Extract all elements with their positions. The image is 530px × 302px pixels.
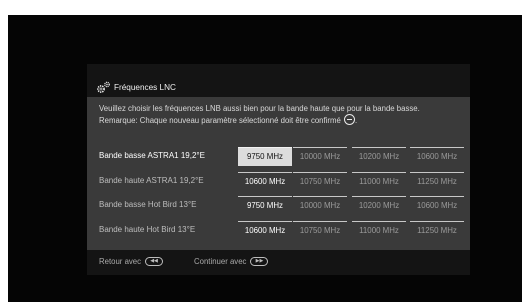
- continue-label: Continuer avec: [194, 257, 247, 266]
- lnb-frequencies-dialog: Fréquences LNC Veuillez choisir les fréq…: [87, 64, 470, 275]
- row-label: Bande basse Hot Bird 13°E: [99, 200, 197, 209]
- frequency-option[interactable]: 10200 MHz: [352, 196, 406, 215]
- row-label: Bande haute ASTRA1 19,2°E: [99, 176, 204, 185]
- frequency-option[interactable]: 10750 MHz: [293, 221, 347, 240]
- rewind-key-icon: ◀◀: [145, 257, 164, 266]
- continue-hint[interactable]: Continuer avec ▶▶: [194, 257, 269, 266]
- instruction-text: Veuillez choisir les fréquences LNB auss…: [99, 103, 469, 126]
- frequency-option[interactable]: 10000 MHz: [293, 196, 347, 215]
- frequency-option[interactable]: 11250 MHz: [410, 172, 464, 191]
- dialog-body: Veuillez choisir les fréquences LNB auss…: [87, 97, 470, 250]
- dialog-title-bar: Fréquences LNC: [87, 64, 470, 97]
- instruction-line-2-text: Remarque: Chaque nouveau paramètre sélec…: [99, 116, 341, 125]
- tv-screen: Fréquences LNC Veuillez choisir les fréq…: [8, 15, 522, 302]
- frequency-option[interactable]: 9750 MHz: [238, 147, 292, 166]
- frequency-row[interactable]: Bande basse Hot Bird 13°E 9750 MHz 10000 M…: [87, 196, 470, 215]
- frequency-option[interactable]: 10600 MHz: [238, 172, 292, 191]
- frequency-option[interactable]: 9750 MHz: [238, 196, 292, 215]
- frequency-option[interactable]: 10600 MHz: [410, 147, 464, 166]
- frequency-option[interactable]: 10750 MHz: [293, 172, 347, 191]
- frequency-row[interactable]: Bande haute ASTRA1 19,2°E 10600 MHz 10750 …: [87, 172, 470, 191]
- frequency-option[interactable]: 10600 MHz: [410, 196, 464, 215]
- frequency-option[interactable]: 10600 MHz: [238, 221, 292, 240]
- back-hint[interactable]: Retour avec ◀◀: [99, 257, 164, 266]
- fast-forward-key-icon: ▶▶: [250, 257, 269, 266]
- settings-gears-icon: [97, 81, 110, 93]
- back-label: Retour avec: [99, 257, 142, 266]
- frequency-row[interactable]: Bande basse ASTRA1 19,2°E 9750 MHz 10000 M…: [87, 147, 470, 166]
- ok-key-icon: [344, 114, 356, 125]
- instruction-line-2-end: .: [355, 116, 358, 125]
- instruction-line-1: Veuillez choisir les fréquences LNB auss…: [99, 104, 420, 113]
- frequency-option[interactable]: 11000 MHz: [352, 172, 406, 191]
- instruction-line-2: Remarque: Chaque nouveau paramètre sélec…: [99, 114, 469, 126]
- row-label: Bande basse ASTRA1 19,2°E: [99, 151, 205, 160]
- frequency-option[interactable]: 10000 MHz: [293, 147, 347, 166]
- frequency-row[interactable]: Bande haute Hot Bird 13°E 10600 MHz 10750 …: [87, 221, 470, 240]
- row-label: Bande haute Hot Bird 13°E: [99, 225, 196, 234]
- dialog-footer: Retour avec ◀◀ Continuer avec ▶▶: [87, 250, 470, 275]
- frequency-option[interactable]: 11000 MHz: [352, 221, 406, 240]
- dialog-title: Fréquences LNC: [114, 82, 176, 92]
- frequency-option[interactable]: 11250 MHz: [410, 221, 464, 240]
- frequency-option[interactable]: 10200 MHz: [352, 147, 406, 166]
